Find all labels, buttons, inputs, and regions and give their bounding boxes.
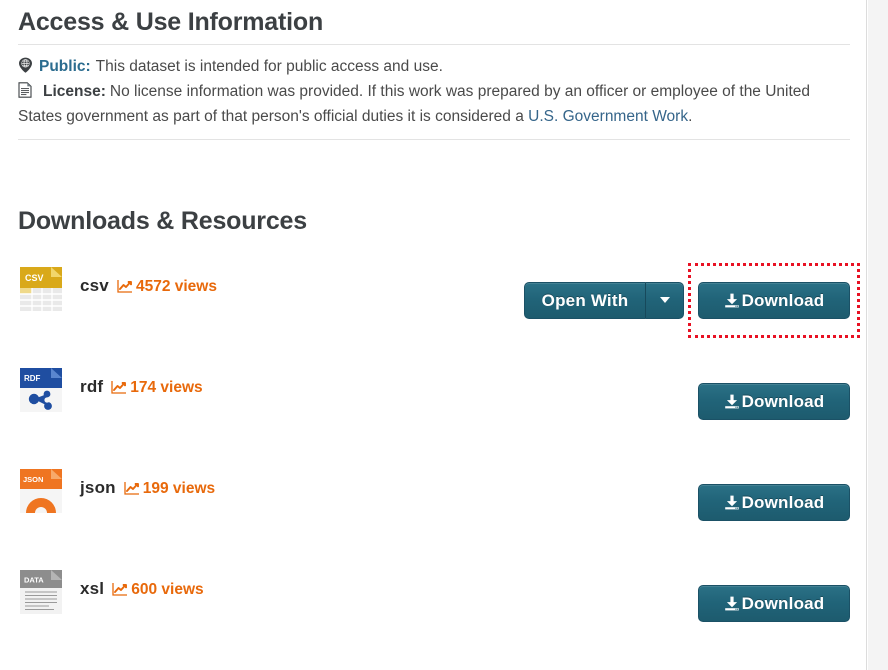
public-label: Public: xyxy=(39,58,91,75)
line-chart-icon xyxy=(124,481,140,495)
json-file-icon: JSON xyxy=(18,467,64,515)
download-button-csv[interactable]: Download xyxy=(698,282,850,319)
divider-bottom xyxy=(18,139,850,140)
svg-text:DATA: DATA xyxy=(24,576,44,585)
download-icon xyxy=(724,596,740,611)
open-with-button[interactable]: Open With xyxy=(524,282,645,319)
open-with-dropdown-toggle[interactable] xyxy=(645,282,684,319)
license-text-after-link: . xyxy=(688,108,693,125)
line-chart-icon xyxy=(111,380,127,394)
globe-icon xyxy=(18,57,33,73)
right-gutter xyxy=(868,0,888,670)
content-column: Access & Use Information Public: This dat… xyxy=(0,0,867,670)
chevron-down-icon xyxy=(659,297,670,303)
access-use-information-body: Public: This dataset is intended for publ… xyxy=(18,54,850,129)
resource-views-text: 4572 views xyxy=(135,278,217,295)
resource-views-text: 174 views xyxy=(130,379,203,396)
resource-views[interactable]: 199 views xyxy=(124,480,215,498)
download-icon xyxy=(724,394,740,409)
downloads-resources-heading: Downloads & Resources xyxy=(18,207,307,235)
access-use-information-heading: Access & Use Information xyxy=(18,8,324,36)
us-government-work-link[interactable]: U.S. Government Work xyxy=(528,108,688,125)
line-chart-icon xyxy=(117,279,133,293)
document-icon xyxy=(18,82,33,98)
license-line: License: No license information was provi… xyxy=(18,79,850,129)
download-button-rdf[interactable]: Download xyxy=(698,383,850,420)
resource-meta: xsl 600 views xyxy=(80,579,204,599)
public-access-line: Public: This dataset is intended for publ… xyxy=(18,54,850,79)
svg-text:RDF: RDF xyxy=(24,374,41,383)
resource-views[interactable]: 174 views xyxy=(111,379,203,397)
page-root: Access & Use Information Public: This dat… xyxy=(0,0,888,670)
rdf-file-icon: RDF xyxy=(18,366,64,414)
download-button-label: Download xyxy=(741,493,825,512)
download-button-label: Download xyxy=(741,291,825,310)
download-button-label: Download xyxy=(741,594,825,613)
resource-views-text: 199 views xyxy=(142,480,216,497)
resource-format-label: csv xyxy=(80,276,109,295)
divider-top xyxy=(18,44,850,45)
resource-meta: json 199 views xyxy=(80,478,215,498)
resource-meta: csv 4572 views xyxy=(80,276,217,296)
resource-views-text: 600 views xyxy=(131,581,204,598)
download-button-label: Download xyxy=(741,392,825,411)
resource-meta: rdf 174 views xyxy=(80,377,203,397)
download-icon xyxy=(724,293,740,308)
download-button-json[interactable]: Download xyxy=(698,484,850,521)
public-text: This dataset is intended for public acce… xyxy=(95,58,443,75)
svg-text:CSV: CSV xyxy=(25,273,44,283)
csv-file-icon: CSV xyxy=(18,265,64,313)
svg-text:JSON: JSON xyxy=(23,475,43,484)
line-chart-icon xyxy=(112,582,128,596)
resource-format-label: json xyxy=(80,478,116,497)
data-file-icon: DATA xyxy=(18,568,64,616)
license-label: License: xyxy=(43,83,106,100)
open-with-button-group: Open With xyxy=(524,282,684,319)
resource-views[interactable]: 600 views xyxy=(112,581,204,599)
resource-format-label: rdf xyxy=(80,377,104,396)
download-button-xsl[interactable]: Download xyxy=(698,585,850,622)
resource-views[interactable]: 4572 views xyxy=(117,278,217,296)
download-icon xyxy=(724,495,740,510)
resource-format-label: xsl xyxy=(80,579,105,598)
